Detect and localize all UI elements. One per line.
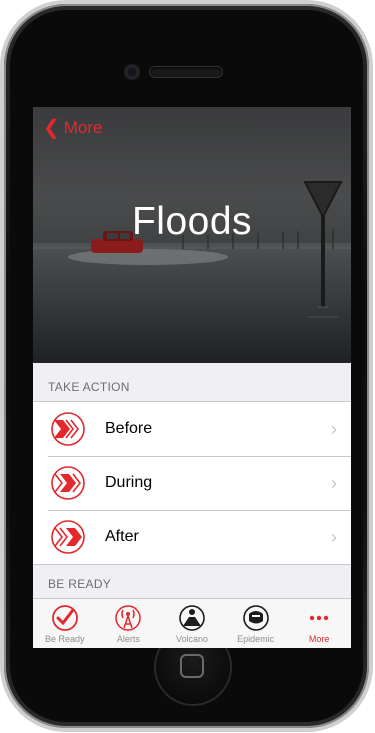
section-header-be-ready: BE READY bbox=[48, 577, 112, 591]
tab-alerts[interactable]: Alerts bbox=[97, 599, 161, 648]
tab-bar: Be Ready Alerts Volcano Epidemic More bbox=[33, 598, 351, 648]
more-dots-icon bbox=[309, 615, 329, 621]
list-item-during[interactable]: During › bbox=[33, 456, 351, 510]
back-label: More bbox=[63, 117, 103, 137]
tab-volcano[interactable]: Volcano bbox=[160, 599, 224, 648]
checkmark-circle-icon bbox=[51, 605, 78, 631]
hero-banner: ❮ More Floods bbox=[33, 107, 351, 363]
list-item-after[interactable]: After › bbox=[33, 510, 351, 564]
chevron-right-icon: › bbox=[331, 472, 337, 493]
mask-icon bbox=[242, 605, 269, 631]
volcano-icon bbox=[179, 605, 205, 631]
list-item-label: Before bbox=[105, 420, 153, 437]
list-item-label: After bbox=[105, 528, 139, 545]
section-header-take-action: TAKE ACTION bbox=[48, 380, 130, 394]
tab-epidemic[interactable]: Epidemic bbox=[224, 599, 288, 648]
earpiece-speaker bbox=[150, 67, 222, 77]
home-square-icon bbox=[180, 654, 204, 678]
back-button[interactable]: ❮ More bbox=[43, 115, 103, 140]
app-screen: ❮ More Floods TAKE ACTION Before › Durin… bbox=[33, 107, 351, 648]
chevron-phase-icon bbox=[51, 412, 85, 446]
chevron-right-icon: › bbox=[331, 526, 337, 547]
broadcast-tower-icon bbox=[115, 605, 142, 631]
tab-be-ready[interactable]: Be Ready bbox=[33, 599, 97, 648]
list-item-before[interactable]: Before › bbox=[33, 402, 351, 456]
list-item-label: During bbox=[105, 474, 153, 491]
chevron-left-icon: ❮ bbox=[43, 117, 60, 139]
chevron-right-icon: › bbox=[331, 418, 337, 439]
action-list: Before › During › After › bbox=[33, 401, 351, 565]
tab-more[interactable]: More bbox=[287, 599, 351, 648]
front-camera bbox=[126, 66, 138, 78]
page-title: Floods bbox=[131, 200, 253, 243]
phone-frame: ❮ More Floods TAKE ACTION Before › Durin… bbox=[0, 0, 375, 733]
chevron-phase-icon bbox=[51, 520, 85, 554]
chevron-phase-icon bbox=[51, 466, 85, 500]
